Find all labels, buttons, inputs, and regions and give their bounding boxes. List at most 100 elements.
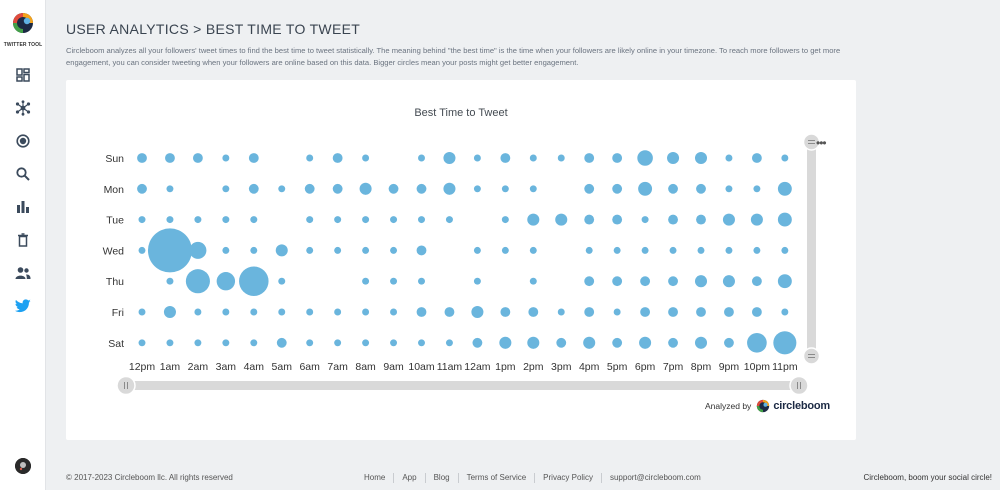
user-avatar[interactable] [15, 458, 31, 474]
data-point [390, 277, 398, 285]
footer-link-blog[interactable]: Blog [426, 473, 459, 483]
data-point [362, 154, 370, 162]
data-point [500, 153, 511, 163]
data-point [138, 246, 146, 254]
data-point [222, 246, 230, 254]
data-point [612, 337, 623, 348]
search-icon[interactable] [13, 164, 33, 184]
data-point [306, 308, 314, 316]
y-tick-label: Sun [105, 153, 124, 165]
horizontal-zoom-handle[interactable] [116, 375, 136, 396]
footer-link-support-email[interactable]: support@circleboom.com [602, 473, 709, 483]
data-point [185, 269, 210, 294]
data-point [612, 276, 623, 287]
data-point [390, 246, 398, 254]
data-point [637, 150, 653, 166]
x-tick-label: 11am [437, 361, 463, 373]
data-point [222, 308, 230, 316]
record-icon[interactable] [13, 131, 33, 151]
data-point [138, 216, 146, 224]
x-tick-label: 2pm [523, 361, 544, 373]
x-tick-label: 8am [355, 361, 376, 373]
data-point [138, 339, 146, 347]
network-icon[interactable] [13, 98, 33, 118]
x-tick-label: 6am [299, 361, 320, 373]
data-point [668, 214, 678, 225]
data-point [583, 336, 596, 349]
x-tick-label: 5am [272, 361, 293, 373]
data-point [216, 272, 236, 291]
trash-icon[interactable] [13, 230, 33, 250]
x-tick-label: 9am [383, 361, 404, 373]
data-point [725, 246, 733, 254]
data-point [725, 154, 733, 162]
data-point [388, 183, 399, 194]
footer-link-app[interactable]: App [394, 473, 426, 483]
data-point [668, 337, 678, 348]
data-point [304, 183, 315, 194]
data-point [751, 307, 762, 317]
data-point [584, 214, 595, 225]
y-tick-label: Fri [112, 307, 124, 319]
data-point [250, 339, 258, 347]
horizontal-zoom-handle[interactable] [789, 375, 809, 396]
data-point [668, 276, 678, 287]
users-icon[interactable] [13, 263, 33, 283]
data-point [418, 277, 425, 285]
data-point [137, 153, 147, 163]
data-point [334, 216, 342, 224]
data-point [416, 307, 427, 317]
data-point [473, 277, 481, 285]
data-point [501, 185, 509, 193]
x-tick-label: 12pm [129, 361, 156, 373]
data-point [250, 246, 258, 254]
data-point [192, 153, 203, 163]
data-point [166, 277, 174, 285]
data-point [165, 153, 175, 163]
x-tick-label: 10am [408, 361, 435, 373]
data-point [557, 308, 565, 316]
x-tick-label: 3am [216, 361, 237, 373]
data-point [751, 276, 762, 287]
data-point [781, 246, 789, 254]
data-point [473, 185, 481, 193]
vertical-zoom-handle[interactable] [802, 347, 821, 365]
data-point [781, 308, 789, 316]
y-tick-label: Wed [103, 245, 125, 257]
data-point [773, 331, 797, 355]
footer-link-terms[interactable]: Terms of Service [459, 473, 536, 483]
data-point [194, 339, 202, 347]
data-point [499, 336, 512, 349]
data-point [306, 216, 314, 224]
horizontal-zoom-track[interactable] [126, 381, 800, 390]
data-point [528, 307, 539, 317]
dashboard-icon[interactable] [13, 65, 33, 85]
x-tick-label: 12am [464, 361, 491, 373]
data-point [278, 277, 286, 285]
data-point [166, 216, 174, 224]
data-point [777, 212, 792, 227]
data-point [222, 339, 230, 347]
data-point [445, 339, 453, 347]
x-tick-label: 7am [327, 361, 348, 373]
data-point [612, 183, 623, 194]
footer-link-privacy[interactable]: Privacy Policy [535, 473, 602, 483]
data-point [445, 216, 453, 224]
vertical-zoom-track[interactable] [807, 142, 816, 356]
data-point [668, 307, 678, 317]
chart-menu-button[interactable]: ••• [816, 136, 827, 150]
x-tick-label: 4am [244, 361, 265, 373]
x-tick-label: 1pm [495, 361, 516, 373]
data-point [501, 246, 509, 254]
page-description: Circleboom analyzes all your followers' … [66, 46, 841, 67]
page-title: USER ANALYTICS > BEST TIME TO TWEET [66, 21, 361, 37]
data-point [137, 183, 147, 194]
data-point [753, 246, 761, 254]
data-point [722, 275, 735, 288]
twitter-icon[interactable] [13, 296, 33, 316]
footer-link-home[interactable]: Home [356, 473, 395, 483]
data-point [222, 154, 230, 162]
bar-chart-icon[interactable] [13, 197, 33, 217]
data-point [584, 307, 595, 317]
footer-links: Home App Blog Terms of Service Privacy P… [356, 473, 709, 483]
